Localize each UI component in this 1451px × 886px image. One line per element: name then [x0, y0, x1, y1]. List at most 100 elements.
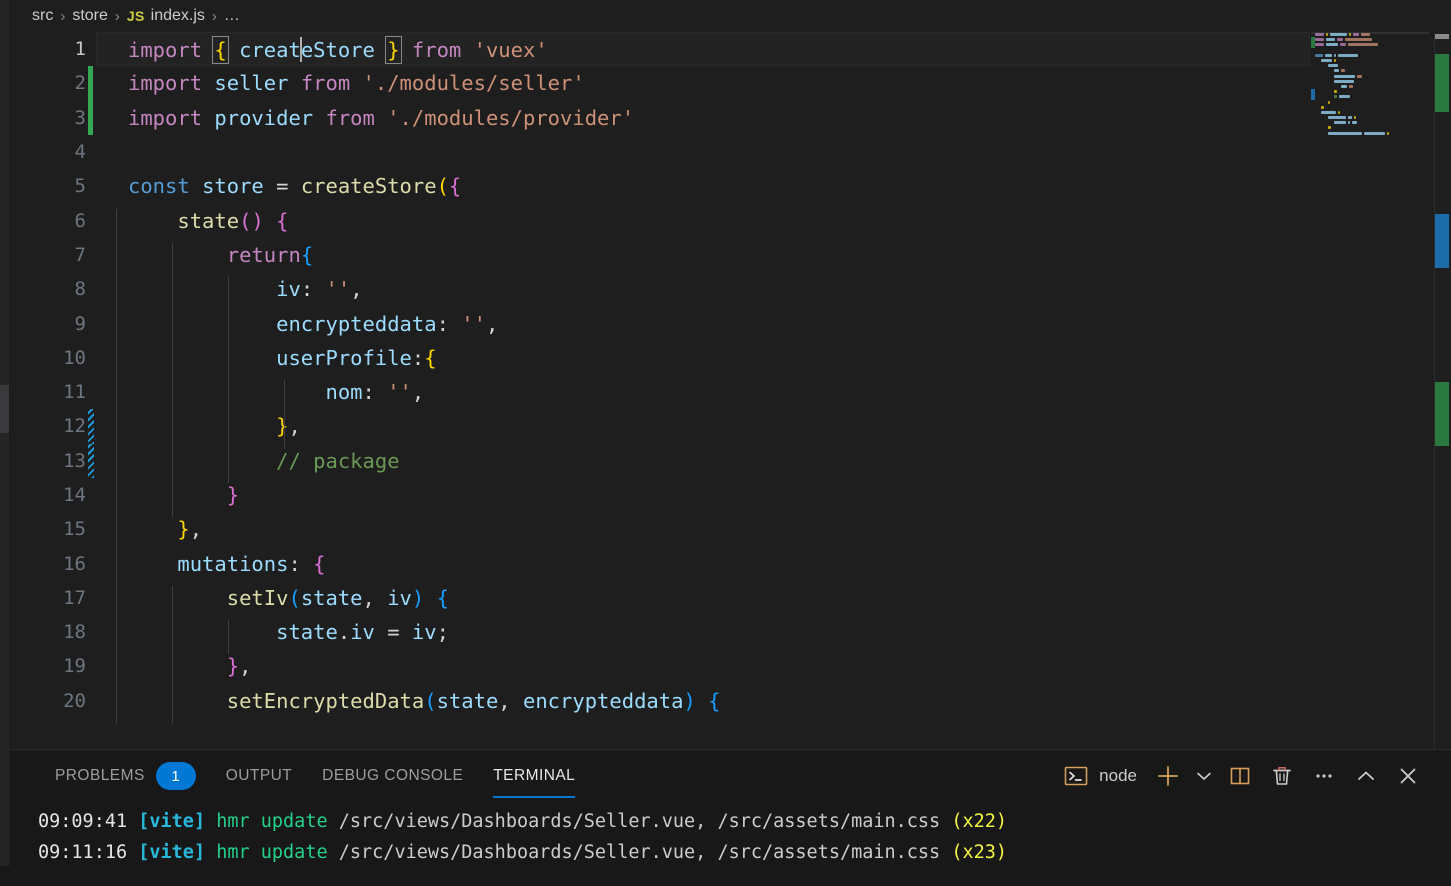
code-line[interactable]: 9 encrypteddata: '',: [0, 306, 1451, 346]
minimap-token: [1347, 116, 1353, 120]
breadcrumb-item-src[interactable]: src: [32, 7, 53, 25]
new-terminal-button[interactable]: [1147, 755, 1189, 797]
code-line[interactable]: 13 // package: [0, 443, 1451, 483]
line-number: 13: [63, 449, 86, 472]
panel-tab-problems[interactable]: PROBLEMS 1: [40, 750, 211, 802]
terminal-path: /src/views/Dashboards/Seller.vue, /src/a…: [338, 842, 941, 863]
indent-guide: [116, 688, 117, 724]
minimap-token: [1334, 121, 1347, 125]
gutter-added-indicator: [86, 100, 96, 136]
line-number: 11: [63, 381, 86, 404]
gutter: [86, 169, 96, 203]
split-terminal-button[interactable]: [1219, 755, 1261, 797]
minimap-token: [1321, 105, 1325, 109]
minimap-token: [1327, 64, 1339, 68]
breadcrumb-separator-icon: ›: [60, 7, 66, 25]
gutter-modified-indicator: [86, 443, 96, 479]
minimap-token: [1352, 33, 1359, 37]
code-line[interactable]: 12 },: [0, 409, 1451, 449]
gutter: [86, 203, 96, 237]
terminal-output[interactable]: 09:09:41 [vite] hmr update /src/views/Da…: [0, 802, 1451, 886]
editor-scrollbar-thumb[interactable]: [1435, 34, 1449, 39]
minimap-token: [1345, 38, 1372, 42]
minimap-token: [1321, 59, 1332, 63]
terminal-timestamp: 09:11:16: [38, 842, 128, 863]
minimap-token: [1334, 69, 1339, 73]
kill-terminal-button[interactable]: [1261, 755, 1303, 797]
terminal-dropdown-button[interactable]: [1189, 755, 1219, 797]
code-line[interactable]: 10 userProfile:{: [0, 341, 1451, 381]
code-line[interactable]: 14 }: [0, 478, 1451, 518]
code-line[interactable]: 1 import { createStore } from 'vuex': [0, 32, 1451, 67]
breadcrumb-item-store[interactable]: store: [72, 7, 108, 25]
line-number: 19: [63, 655, 86, 678]
minimap-token: [1364, 131, 1386, 135]
code-text: encrypteddata: '',: [96, 311, 498, 346]
minimap-token: [1338, 53, 1358, 57]
line-number: 16: [63, 552, 86, 575]
minimap-token: [1327, 126, 1331, 130]
panel-tab-terminal[interactable]: TERMINAL: [478, 750, 590, 802]
panel-tab-label: TERMINAL: [493, 767, 576, 784]
terminal-repeat-count: (x23): [951, 842, 1008, 863]
active-terminal-chip[interactable]: node: [1057, 764, 1147, 788]
code-line[interactable]: 16 mutations: {: [0, 546, 1451, 586]
minimap-token: [1340, 69, 1346, 73]
overview-ruler[interactable]: [1429, 32, 1451, 749]
code-line[interactable]: 17 setIv(state, iv) {: [0, 581, 1451, 621]
code-line[interactable]: 15 },: [0, 512, 1451, 552]
maximize-panel-button[interactable]: [1345, 755, 1387, 797]
code-text: iv: '',: [96, 277, 363, 312]
code-text: },: [96, 654, 251, 689]
minimap-token: [1354, 116, 1357, 120]
code-line[interactable]: 19 },: [0, 649, 1451, 689]
panel-tab-debug-console[interactable]: DEBUG CONSOLE: [307, 750, 478, 802]
minimap-token: [1348, 43, 1378, 47]
minimap-token: [1334, 74, 1356, 78]
code-line[interactable]: 20 setEncryptedData(state, encrypteddata…: [0, 684, 1451, 724]
minimap-token: [1327, 100, 1330, 104]
minimap-token: [1326, 33, 1328, 37]
gutter: [86, 32, 96, 66]
code-text: // package: [96, 448, 400, 483]
terminal-message: hmr update: [216, 842, 328, 863]
vscode-window: src › store › JS index.js › … 1 import { …: [0, 0, 1451, 886]
minimap-token: [1348, 84, 1354, 88]
code-lines[interactable]: 1 import { createStore } from 'vuex' 2 impo…: [0, 32, 1451, 749]
gutter: [86, 306, 96, 340]
code-line[interactable]: 6 state() {: [0, 203, 1451, 243]
breadcrumb-separator-icon: ›: [211, 7, 217, 25]
close-panel-button[interactable]: [1387, 755, 1429, 797]
gutter: [86, 375, 96, 409]
minimap-token: [1327, 116, 1346, 120]
code-text: }: [96, 483, 239, 518]
minimap-token: [1337, 38, 1343, 42]
code-line[interactable]: 4: [0, 135, 1451, 169]
code-line[interactable]: 8 iv: '',: [0, 272, 1451, 312]
code-text: mutations: {: [96, 551, 326, 586]
code-line[interactable]: 7 return{: [0, 238, 1451, 278]
minimap[interactable]: [1311, 32, 1429, 749]
code-editor[interactable]: 1 import { createStore } from 'vuex' 2 impo…: [0, 32, 1451, 749]
panel-more-actions-button[interactable]: [1303, 755, 1345, 797]
code-text: state.iv = iv;: [96, 620, 449, 655]
code-line[interactable]: 11 nom: '',: [0, 375, 1451, 415]
panel-tab-output[interactable]: OUTPUT: [211, 750, 307, 802]
code-line[interactable]: 3 import provider from './modules/provide…: [0, 100, 1451, 136]
minimap-slider[interactable]: [1311, 32, 1429, 34]
breadcrumb-item-more[interactable]: …: [224, 7, 241, 25]
terminal-repeat-count: (x22): [951, 811, 1008, 832]
gutter: [86, 478, 96, 512]
gutter: [86, 546, 96, 580]
ruler-mark-added: [1435, 54, 1449, 112]
line-number: 14: [63, 484, 86, 506]
minimap-token: [1315, 33, 1324, 37]
code-line[interactable]: 18 state.iv = iv;: [0, 615, 1451, 655]
breadcrumb-item-index-js[interactable]: index.js: [151, 7, 205, 25]
minimap-token: [1315, 38, 1324, 42]
code-line[interactable]: 5 const store = createStore({: [0, 169, 1451, 203]
minimap-token: [1334, 90, 1338, 94]
gutter: [86, 135, 96, 169]
code-line[interactable]: 2 import seller from './modules/seller': [0, 66, 1451, 101]
minimap-line: [1311, 131, 1429, 136]
